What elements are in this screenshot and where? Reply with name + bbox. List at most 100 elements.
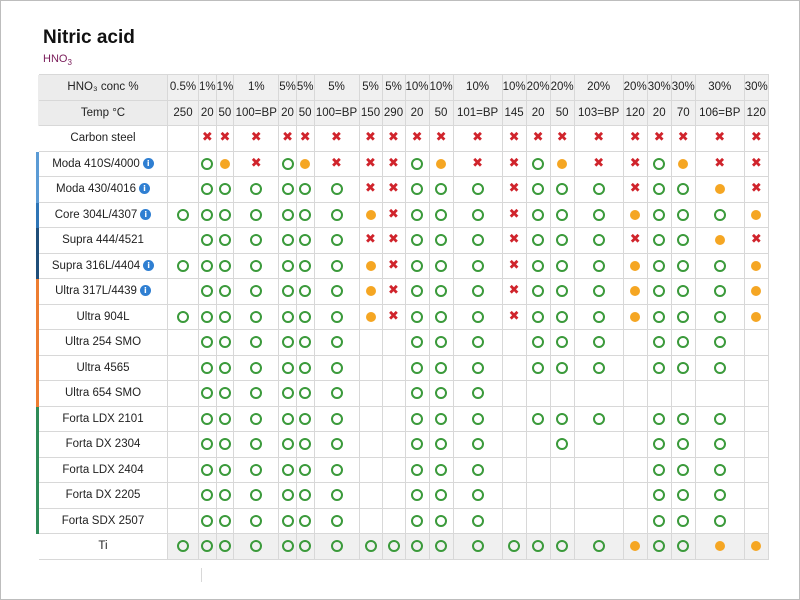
resistant-icon: [592, 540, 605, 553]
rating-cell: [622, 252, 648, 279]
resistant-icon: [532, 412, 545, 425]
rating-cell: [215, 278, 235, 305]
rating-cell: [646, 507, 672, 534]
rating-cell: [278, 482, 297, 509]
info-icon[interactable]: i: [139, 285, 151, 297]
rating-cell: [358, 482, 383, 509]
rating-cell: [404, 278, 430, 305]
rating-cell: ✖: [278, 125, 297, 152]
rating-cell: [573, 329, 624, 356]
resistant-icon: [281, 514, 294, 527]
rating-cell: [743, 278, 769, 305]
not-resistant-icon: ✖: [593, 155, 605, 171]
resistant-icon: [435, 412, 448, 425]
resistant-icon: [653, 540, 666, 553]
rating-cell: [295, 533, 315, 560]
not-resistant-icon: ✖: [250, 130, 262, 146]
alloy-name-cell: Ultra 254 SMO: [36, 329, 168, 356]
rating-cell: [313, 201, 360, 228]
info-icon[interactable]: i: [138, 183, 150, 195]
rating-cell: [198, 507, 217, 534]
resistant-icon: [435, 234, 448, 247]
resistant-icon: [713, 336, 726, 349]
rating-cell: [452, 278, 503, 305]
temp-header-cell: 20: [525, 99, 551, 126]
rating-cell: [313, 456, 360, 483]
rating-cell: [198, 201, 217, 228]
rating-cell: [358, 354, 383, 381]
alloy-name-cell: Forta DX 2304: [36, 431, 168, 458]
resistant-icon: [532, 336, 545, 349]
conc-header-cell: 10%: [452, 74, 503, 101]
alloy-name: Moda 430/4016: [56, 183, 136, 196]
resistant-icon: [556, 361, 569, 374]
alloy-name-cell: Forta LDX 2404: [36, 456, 168, 483]
resistant-icon: [250, 234, 263, 247]
rating-cell: [670, 227, 696, 254]
info-icon[interactable]: i: [142, 157, 154, 169]
resistant-icon: [435, 310, 448, 323]
rating-cell: ✖: [646, 125, 672, 152]
rating-cell: [428, 303, 454, 330]
rating-cell: ✖: [694, 125, 745, 152]
resistant-icon: [653, 438, 666, 451]
rating-cell: [167, 201, 199, 228]
rating-cell: [428, 507, 454, 534]
rating-cell: ✖: [198, 125, 217, 152]
resistant-icon: [218, 540, 231, 553]
rating-cell: [404, 252, 430, 279]
rating-cell: [622, 278, 648, 305]
resistant-icon: [299, 489, 312, 502]
resistant-icon: [250, 412, 263, 425]
resistant-icon: [250, 387, 263, 400]
rating-cell: [573, 405, 624, 432]
resistant-icon: [411, 387, 424, 400]
rating-cell: [404, 201, 430, 228]
resistant-icon: [218, 463, 231, 476]
resistant-icon: [330, 489, 343, 502]
rating-cell: [694, 431, 745, 458]
table-row: Carbon steel ✖ ✖ ✖ ✖ ✖ ✖ ✖ ✖ ✖ ✖ ✖ ✖ ✖ ✖ ✖ ✖ ✖ ✖ ✖ ✖: [37, 125, 769, 152]
resistant-icon: [330, 234, 343, 247]
rating-cell: [167, 533, 199, 560]
info-icon[interactable]: i: [140, 208, 152, 220]
rating-cell: [670, 482, 696, 509]
resistant-icon: [435, 489, 448, 502]
rating-cell: [646, 456, 672, 483]
rating-cell: [743, 507, 769, 534]
table-row: Ultra 254 SMO: [36, 329, 769, 356]
not-resistant-icon: ✖: [388, 130, 399, 146]
resistant-icon: [281, 489, 294, 502]
rating-cell: [295, 431, 315, 458]
not-resistant-icon: ✖: [508, 283, 520, 299]
rating-cell: ✖: [428, 125, 454, 152]
rating-cell: [198, 354, 217, 381]
rating-cell: [358, 431, 383, 458]
partially-resistant-icon: [678, 158, 689, 169]
resistant-icon: [281, 310, 294, 323]
rating-cell: [381, 329, 406, 356]
resistant-icon: [592, 183, 605, 196]
resistant-icon: [471, 489, 484, 502]
not-resistant-icon: ✖: [750, 232, 762, 248]
rating-cell: [198, 533, 217, 560]
resistant-icon: [677, 183, 690, 196]
rating-cell: [525, 227, 551, 254]
rating-cell: [198, 150, 217, 177]
rating-cell: [694, 507, 745, 534]
rating-cell: [167, 125, 199, 152]
rating-cell: [404, 533, 430, 560]
table-row: Forta LDX 2404: [36, 456, 769, 483]
resistant-icon: [556, 540, 569, 553]
rating-cell: ✖: [381, 252, 406, 279]
partially-resistant-icon: [300, 158, 311, 169]
not-resistant-icon: ✖: [593, 130, 605, 146]
conc-header-cell: 20%: [622, 74, 648, 101]
rating-cell: ✖: [313, 150, 360, 177]
rating-cell: [313, 278, 360, 305]
rating-cell: [215, 533, 235, 560]
info-icon[interactable]: i: [143, 259, 155, 271]
resistant-icon: [299, 540, 312, 553]
rating-cell: [549, 303, 575, 330]
rating-cell: [278, 507, 297, 534]
